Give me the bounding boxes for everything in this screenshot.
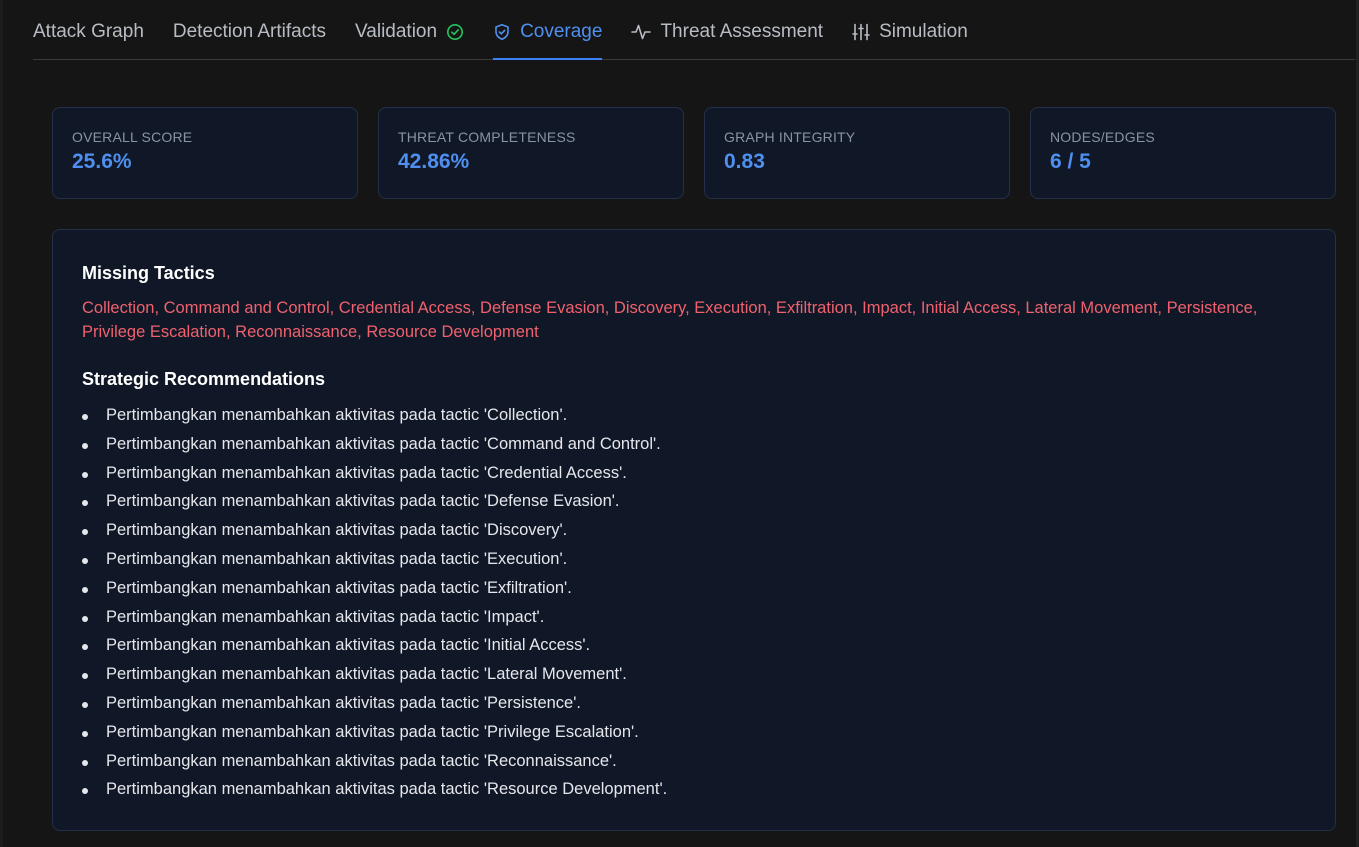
list-item: Pertimbangkan menambahkan aktivitas pada… xyxy=(82,718,1306,747)
list-item: Pertimbangkan menambahkan aktivitas pada… xyxy=(82,660,1306,689)
metrics-row: OVERALL SCORE 25.6% THREAT COMPLETENESS … xyxy=(52,107,1336,199)
list-item: Pertimbangkan menambahkan aktivitas pada… xyxy=(82,689,1306,718)
metric-value: 42.86% xyxy=(398,150,470,173)
recommendations-list: Pertimbangkan menambahkan aktivitas pada… xyxy=(82,401,1306,804)
metric-value: 25.6% xyxy=(72,150,132,173)
tab-coverage[interactable]: Coverage xyxy=(493,1,603,60)
tab-detection-artifacts[interactable]: Detection Artifacts xyxy=(173,1,326,59)
list-item: Pertimbangkan menambahkan aktivitas pada… xyxy=(82,775,1306,804)
metric-card-graph-integrity: GRAPH INTEGRITY 0.83 xyxy=(704,107,1010,199)
list-item: Pertimbangkan menambahkan aktivitas pada… xyxy=(82,430,1306,459)
list-item: Pertimbangkan menambahkan aktivitas pada… xyxy=(82,487,1306,516)
sliders-icon xyxy=(852,23,870,41)
metric-label: GRAPH INTEGRITY xyxy=(724,129,856,145)
list-item: Pertimbangkan menambahkan aktivitas pada… xyxy=(82,603,1306,632)
list-item: Pertimbangkan menambahkan aktivitas pada… xyxy=(82,516,1306,545)
tab-attack-graph[interactable]: Attack Graph xyxy=(33,1,144,59)
app-root: Attack Graph Detection Artifacts Validat… xyxy=(0,0,1359,847)
tab-label: Threat Assessment xyxy=(660,21,824,42)
list-item: Pertimbangkan menambahkan aktivitas pada… xyxy=(82,574,1306,603)
check-circle-icon xyxy=(446,23,464,41)
recommendations-title: Strategic Recommendations xyxy=(82,369,326,389)
metric-card-threat-completeness: THREAT COMPLETENESS 42.86% xyxy=(378,107,684,199)
left-border xyxy=(0,0,3,847)
missing-tactics-title: Missing Tactics xyxy=(82,263,215,283)
metric-label: NODES/EDGES xyxy=(1050,129,1155,145)
list-item: Pertimbangkan menambahkan aktivitas pada… xyxy=(82,401,1306,430)
coverage-panel: Missing Tactics Collection, Command and … xyxy=(52,229,1336,831)
tab-threat-assessment[interactable]: Threat Assessment xyxy=(631,1,823,59)
tab-label: Attack Graph xyxy=(33,21,144,42)
tab-bar: Attack Graph Detection Artifacts Validat… xyxy=(33,0,1355,60)
list-item: Pertimbangkan menambahkan aktivitas pada… xyxy=(82,459,1306,488)
shield-check-icon xyxy=(493,23,511,41)
metric-card-nodes-edges: NODES/EDGES 6 / 5 xyxy=(1030,107,1336,199)
tab-label: Detection Artifacts xyxy=(172,21,327,42)
metric-label: THREAT COMPLETENESS xyxy=(398,129,576,145)
list-item: Pertimbangkan menambahkan aktivitas pada… xyxy=(82,631,1306,660)
missing-tactics-list: Collection, Command and Control, Credent… xyxy=(82,299,1258,341)
activity-icon xyxy=(631,23,652,41)
list-item: Pertimbangkan menambahkan aktivitas pada… xyxy=(82,545,1306,574)
tab-label: Coverage xyxy=(520,21,603,42)
tab-validation[interactable]: Validation xyxy=(355,1,464,59)
metric-card-overall-score: OVERALL SCORE 25.6% xyxy=(52,107,358,199)
metric-label: OVERALL SCORE xyxy=(72,129,193,145)
metric-value: 6 / 5 xyxy=(1050,150,1091,173)
tab-simulation[interactable]: Simulation xyxy=(852,1,968,59)
metric-value: 0.83 xyxy=(724,150,765,173)
tab-label: Validation xyxy=(355,21,438,42)
list-item: Pertimbangkan menambahkan aktivitas pada… xyxy=(82,747,1306,776)
tab-label: Simulation xyxy=(879,21,968,42)
